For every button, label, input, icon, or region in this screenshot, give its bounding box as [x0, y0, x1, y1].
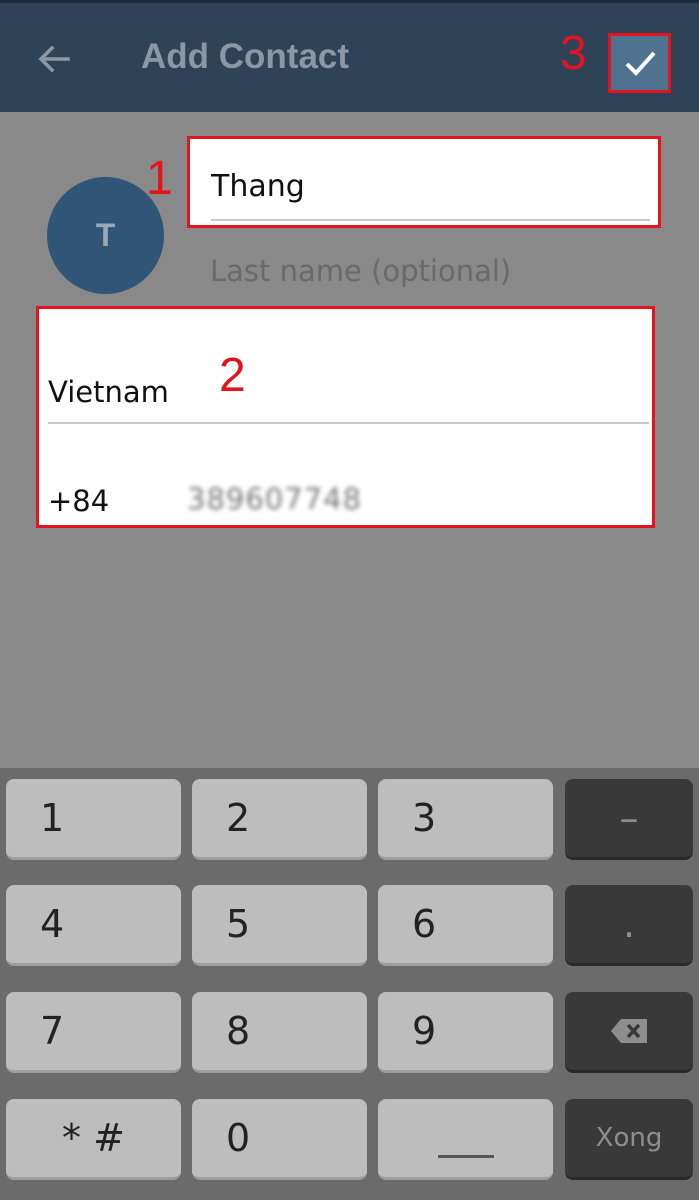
app-bar: Add Contact	[0, 0, 699, 112]
key-dash-label: –	[619, 796, 639, 840]
last-name-field[interactable]: Last name (optional)	[210, 254, 511, 288]
done-key-label: Xong	[595, 1123, 663, 1153]
space-key[interactable]	[378, 1099, 553, 1180]
done-key[interactable]: Xong	[565, 1099, 693, 1180]
key-3-label: 3	[412, 796, 437, 840]
country-selector[interactable]: Vietnam	[48, 375, 169, 409]
key-3[interactable]: 3	[378, 779, 553, 860]
avatar: T	[47, 177, 164, 294]
key-dash[interactable]: –	[565, 779, 693, 860]
key-1-label: 1	[40, 796, 65, 840]
check-icon	[625, 51, 655, 76]
key-star-hash[interactable]: * #	[6, 1099, 181, 1180]
key-0-label: 0	[226, 1116, 251, 1160]
arrow-left-icon	[38, 45, 70, 73]
key-dot[interactable]: .	[565, 885, 693, 966]
backspace-icon	[611, 1019, 647, 1043]
key-2[interactable]: 2	[192, 779, 367, 860]
key-9-label: 9	[412, 1009, 437, 1053]
country-code-field[interactable]: +84	[48, 484, 109, 518]
backspace-key[interactable]	[565, 992, 693, 1073]
key-5[interactable]: 5	[192, 885, 367, 966]
annotation-step-1: 1	[146, 152, 173, 205]
key-9[interactable]: 9	[378, 992, 553, 1073]
key-5-label: 5	[226, 902, 251, 946]
key-2-label: 2	[226, 796, 251, 840]
page-title: Add Contact	[141, 37, 350, 76]
phone-section: Vietnam +84 389607748	[36, 306, 655, 528]
key-6[interactable]: 6	[378, 885, 553, 966]
key-8-label: 8	[226, 1009, 251, 1053]
back-button[interactable]	[28, 33, 80, 85]
numeric-keyboard: 1 2 3 – 4 5 6 . 7 8 9 * # 0 Xong	[0, 768, 699, 1200]
annotation-step-2: 2	[219, 349, 246, 402]
first-name-field[interactable]: Thang	[187, 136, 661, 228]
key-7[interactable]: 7	[6, 992, 181, 1073]
key-dot-label: .	[622, 902, 636, 946]
first-name-underline	[211, 219, 650, 221]
key-0[interactable]: 0	[192, 1099, 367, 1180]
annotation-step-3: 3	[560, 27, 587, 80]
key-4-label: 4	[40, 902, 65, 946]
first-name-value[interactable]: Thang	[211, 169, 305, 204]
space-bar-icon	[437, 1155, 494, 1158]
key-8[interactable]: 8	[192, 992, 367, 1073]
key-star-hash-label: * #	[62, 1116, 125, 1160]
key-1[interactable]: 1	[6, 779, 181, 860]
divider	[48, 422, 649, 424]
key-4[interactable]: 4	[6, 885, 181, 966]
key-7-label: 7	[40, 1009, 65, 1053]
save-contact-button[interactable]	[608, 33, 671, 93]
phone-number-field[interactable]: 389607748	[187, 482, 362, 516]
key-6-label: 6	[412, 902, 437, 946]
